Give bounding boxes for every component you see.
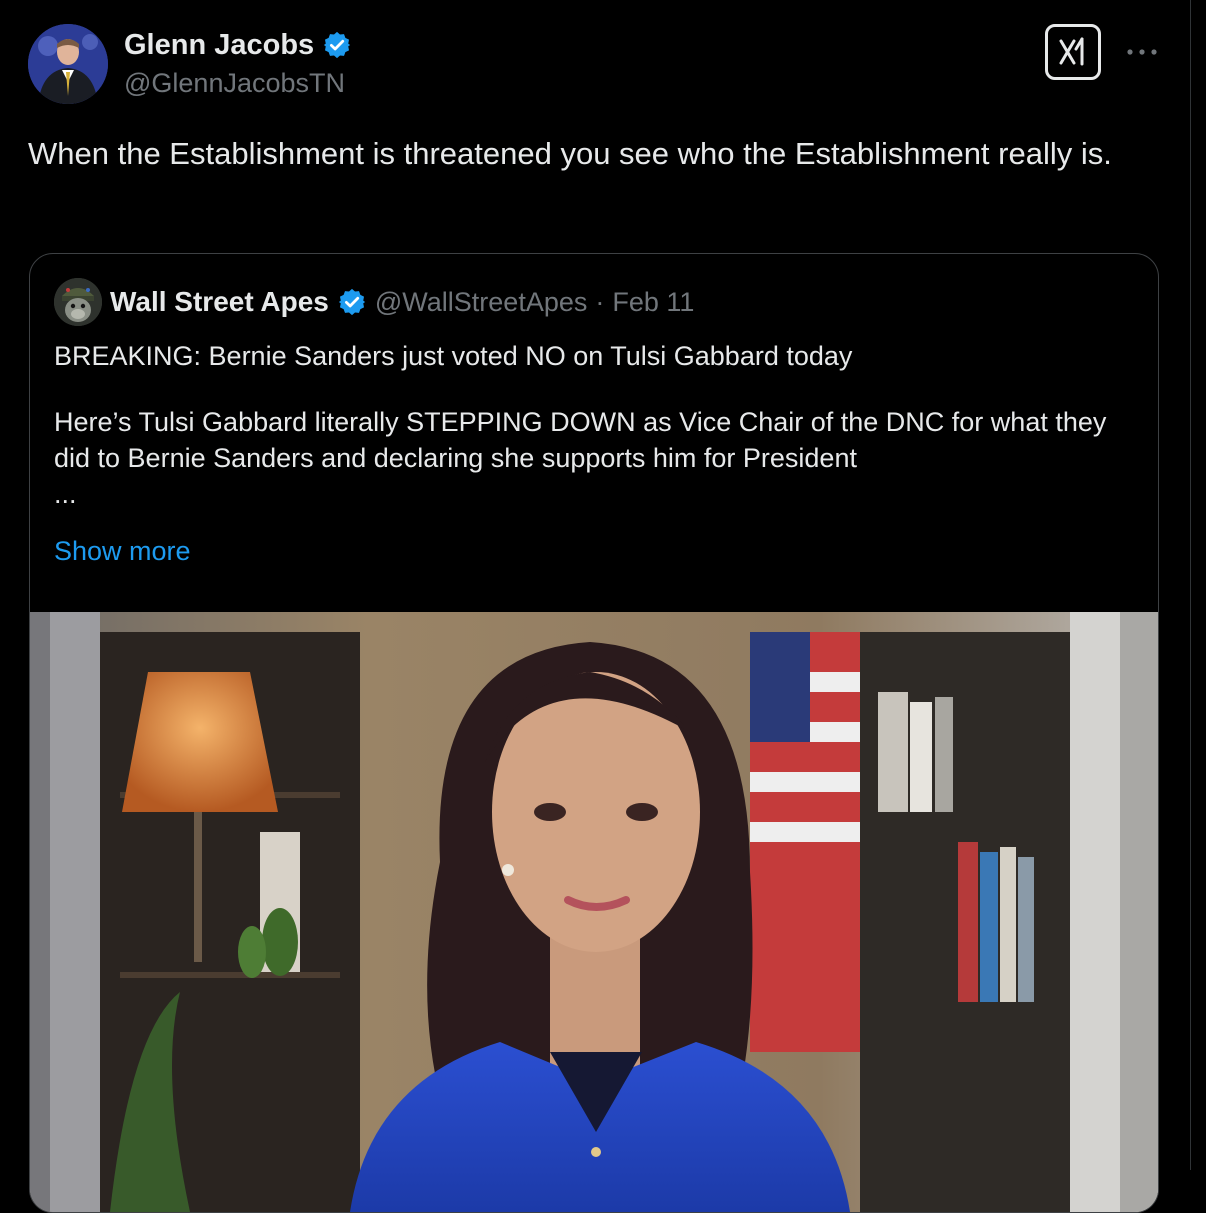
- tweet-text: When the Establishment is threatened you…: [28, 136, 1112, 171]
- author-name[interactable]: Glenn Jacobs: [124, 29, 314, 62]
- quoted-author-handle[interactable]: @WallStreetApes: [375, 287, 587, 318]
- quoted-author-name[interactable]: Wall Street Apes: [110, 286, 329, 318]
- quoted-text-ellipsis: ...: [54, 479, 77, 509]
- verified-badge-icon: [338, 288, 365, 316]
- quoted-author-avatar-image: [54, 278, 102, 326]
- quoted-separator: ·: [595, 286, 605, 317]
- quoted-text-line: Here’s Tulsi Gabbard literally STEPPING …: [54, 407, 1107, 473]
- show-more-link[interactable]: Show more: [54, 536, 191, 567]
- author-name-row[interactable]: Glenn Jacobs: [124, 28, 352, 62]
- author-avatar[interactable]: [28, 24, 108, 104]
- quoted-tweet-video-thumbnail[interactable]: [30, 612, 1158, 1212]
- quoted-text-line: BREAKING: Bernie Sanders just voted NO o…: [54, 341, 853, 371]
- author-handle[interactable]: @GlennJacobsTN: [124, 68, 345, 99]
- quoted-tweet-card[interactable]: Wall Street Apes @WallStreetApes · Feb 1…: [29, 253, 1159, 1213]
- quoted-tweet-date[interactable]: Feb 11: [612, 287, 694, 318]
- quoted-tweet-text: BREAKING: Bernie Sanders just voted NO o…: [54, 338, 1134, 512]
- verified-badge-icon: [324, 31, 351, 59]
- scrollbar-track[interactable]: [1190, 0, 1191, 1170]
- video-thumbnail-image: [30, 612, 1158, 1212]
- grok-button[interactable]: [1045, 24, 1101, 80]
- more-options-button[interactable]: [1122, 34, 1162, 70]
- more-icon: [1127, 49, 1157, 55]
- grok-icon: [1059, 37, 1084, 66]
- quoted-author-avatar[interactable]: [54, 278, 102, 326]
- author-avatar-image: [28, 24, 108, 104]
- quoted-tweet-header: Wall Street Apes @WallStreetApes · Feb 1…: [110, 284, 694, 320]
